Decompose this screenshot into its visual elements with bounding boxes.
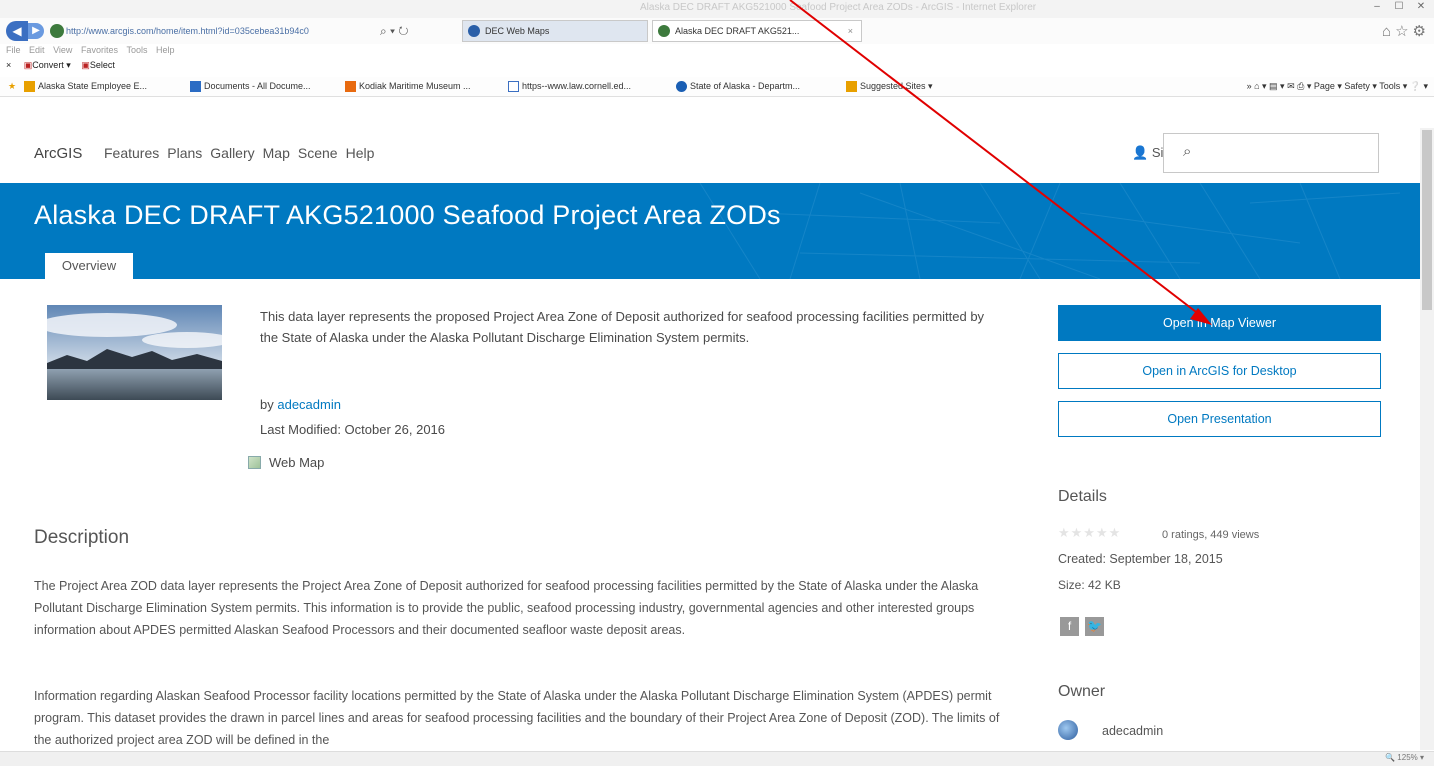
menu-edit[interactable]: Edit [29, 45, 45, 55]
window-titlebar: Alaska DEC DRAFT AKG521000 Seafood Proje… [0, 0, 1434, 18]
description-paragraph: Information regarding Alaskan Seafood Pr… [34, 689, 1000, 747]
menu-view[interactable]: View [53, 45, 72, 55]
forward-arrow-icon[interactable]: ▶ [28, 23, 44, 39]
avatar[interactable] [1058, 720, 1078, 740]
favorite-label: Kodiak Maritime Museum ... [359, 81, 471, 91]
favorite-link[interactable]: https--www.law.cornell.ed... [508, 81, 632, 92]
top-nav: Features Plans Gallery Map Scene Help [104, 145, 374, 161]
item-summary: This data layer represents the proposed … [260, 309, 985, 345]
banner-map-pattern [699, 183, 1401, 279]
arcgis-logo[interactable]: ArcGIS [34, 145, 82, 162]
ratings-views: 0 ratings, 449 views [1162, 529, 1260, 541]
command-bar[interactable]: » ⌂ ▾ ▤ ▾ ✉ ⎙ ▾ Page ▾ Safety ▾ Tools ▾ … [1247, 81, 1428, 92]
nav-scene[interactable]: Scene [298, 145, 338, 161]
nav-gallery[interactable]: Gallery [210, 145, 254, 161]
thumbnail-image [47, 305, 222, 400]
favorite-label: State of Alaska - Departm... [690, 81, 801, 91]
item-size: Size: 42 KB [1058, 578, 1121, 592]
tab-alaska-dec-draft[interactable]: Alaska DEC DRAFT AKG521... × [652, 20, 862, 42]
address-controls[interactable]: ⌕ ▾ ↻ [380, 21, 409, 41]
menu-favorites[interactable]: Favorites [81, 45, 118, 55]
owner-heading: Owner [1058, 683, 1106, 700]
tab-favicon-icon [658, 25, 670, 37]
last-modified: Last Modified: October 26, 2016 [260, 422, 446, 437]
open-in-desktop-button[interactable]: Open in ArcGIS for Desktop [1058, 353, 1381, 389]
details-heading: Details [1058, 488, 1107, 505]
menu-file[interactable]: File [6, 45, 21, 55]
favorite-label: https--www.law.cornell.ed... [522, 81, 632, 91]
tab-close-icon[interactable]: × [848, 21, 853, 41]
convert-toolbar: × ▣Convert ▾ ▣Select [0, 60, 1434, 76]
favorite-label: Suggested Sites ▾ [860, 81, 933, 91]
favorites-bar: ★ Alaska State Employee E... Documents -… [0, 77, 1434, 97]
nav-features[interactable]: Features [104, 145, 159, 161]
nav-map[interactable]: Map [263, 145, 290, 161]
favorite-link[interactable]: Documents - All Docume... [190, 81, 311, 92]
item-type-label: Web Map [269, 455, 325, 470]
window-controls: – ☐ ✕ [1370, 1, 1428, 12]
menu-tools[interactable]: Tools [126, 45, 147, 55]
favorites-star-icon[interactable]: ★ [8, 81, 16, 92]
open-presentation-button[interactable]: Open Presentation [1058, 401, 1381, 437]
scrollbar-thumb[interactable] [1422, 130, 1432, 310]
page-title: Alaska DEC DRAFT AKG521000 Seafood Proje… [34, 200, 781, 230]
owner-name[interactable]: adecadmin [1102, 724, 1163, 738]
browser-toolbar-icons[interactable]: ⌂☆⚙ [1382, 22, 1430, 40]
back-arrow-icon[interactable]: ◀ [6, 21, 28, 41]
facebook-icon[interactable]: f [1060, 617, 1079, 636]
menu-bar: File Edit View Favorites Tools Help [0, 45, 1434, 59]
item-type: Web Map [248, 455, 324, 470]
description-heading: Description [34, 527, 130, 548]
tab-overview[interactable]: Overview [45, 250, 133, 279]
item-banner [0, 183, 1420, 279]
select-pdf-icon: ▣ [81, 60, 90, 70]
created-date: Created: September 18, 2015 [1058, 552, 1223, 566]
by-prefix: by [260, 397, 274, 412]
search-input[interactable] [1163, 133, 1379, 173]
nav-plans[interactable]: Plans [167, 145, 202, 161]
tab-favicon-icon [468, 25, 480, 37]
maximize-icon[interactable]: ☐ [1392, 1, 1406, 12]
convert-button[interactable]: Convert ▾ [32, 60, 71, 70]
search-icon[interactable]: ⌕ [1183, 143, 1191, 160]
select-button[interactable]: Select [90, 60, 115, 70]
favorite-link[interactable]: Alaska State Employee E... [24, 81, 148, 92]
zoom-level[interactable]: 🔍 125% ▾ [1385, 753, 1424, 762]
item-thumbnail [47, 305, 222, 400]
site-favicon-icon [50, 24, 64, 38]
favorite-label: Documents - All Docume... [204, 81, 311, 91]
owner-link[interactable]: adecadmin [277, 397, 341, 412]
window-title: Alaska DEC DRAFT AKG521000 Seafood Proje… [640, 2, 1037, 13]
favorite-link[interactable]: State of Alaska - Departm... [676, 81, 801, 92]
rating-stars[interactable]: ★★★★★ [1058, 525, 1121, 541]
item-byline: by adecadmin [260, 397, 341, 412]
tab-dec-web-maps[interactable]: DEC Web Maps [462, 20, 648, 42]
user-icon: 👤 [1132, 145, 1149, 160]
map-icon [248, 456, 261, 469]
nav-help[interactable]: Help [346, 145, 375, 161]
tab-label: Alaska DEC DRAFT AKG521... [675, 26, 800, 36]
twitter-icon[interactable]: 🐦 [1085, 617, 1104, 636]
tab-label: DEC Web Maps [485, 26, 550, 36]
open-in-map-viewer-button[interactable]: Open in Map Viewer [1058, 305, 1381, 341]
favorite-label: Alaska State Employee E... [38, 81, 148, 91]
favorite-link[interactable]: Suggested Sites ▾ [846, 81, 933, 92]
description-paragraph: The Project Area ZOD data layer represen… [34, 579, 979, 637]
close-icon[interactable]: ✕ [1414, 1, 1428, 12]
menu-help[interactable]: Help [156, 45, 175, 55]
status-bar [0, 751, 1434, 766]
favorite-link[interactable]: Kodiak Maritime Museum ... [345, 81, 471, 92]
convert-close-icon[interactable]: × [6, 60, 11, 70]
minimize-icon[interactable]: – [1370, 1, 1384, 12]
